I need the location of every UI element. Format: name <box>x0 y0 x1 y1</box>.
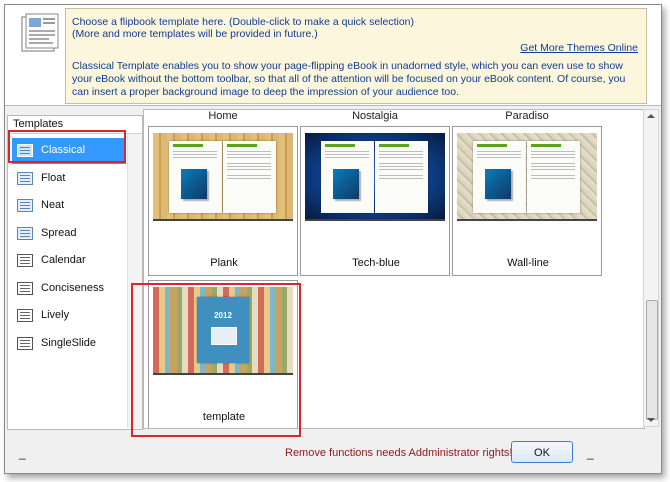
instruction-line-1: Choose a flipbook template here. (Double… <box>72 16 415 28</box>
singleslide-template-icon <box>17 337 33 350</box>
thumbnail-right-page <box>223 141 276 213</box>
template-name: Wall-line <box>507 257 549 269</box>
sidebar-item-calendar[interactable]: Calendar <box>12 248 126 274</box>
gallery-scrollbar[interactable] <box>643 109 659 427</box>
template-caption-home: Home <box>208 110 238 122</box>
sidebar-item-label: SingleSlide <box>41 337 97 349</box>
template-thumbnail <box>457 133 597 221</box>
template-caption-paradiso: Paradiso <box>505 110 549 122</box>
template-card-plank[interactable]: Plank <box>148 126 298 276</box>
thumbnail-left-page <box>473 141 526 213</box>
conciseness-template-icon <box>17 282 33 295</box>
sidebar-item-label: Conciseness <box>41 282 104 294</box>
spread-template-icon <box>17 227 33 240</box>
scroll-down-icon[interactable] <box>647 418 655 422</box>
sidebar-item-spread[interactable]: Spread <box>12 221 126 247</box>
template-card-wall-line[interactable]: Wall-line <box>452 126 602 276</box>
thumbnail-toolbar <box>457 219 597 221</box>
template-name: Tech-blue <box>352 257 400 269</box>
template-dialog: Choose a flipbook template here. (Double… <box>4 4 662 474</box>
instruction-line-2: (More and more templates will be provide… <box>72 28 318 40</box>
sidebar-item-label: Lively <box>41 309 70 321</box>
sidebar-item-lively[interactable]: Lively <box>12 303 126 329</box>
sidebar-item-conciseness[interactable]: Conciseness <box>12 276 126 302</box>
admin-rights-message: Remove functions needs Addministrator ri… <box>285 447 513 459</box>
sidebar-item-label: Neat <box>41 199 65 211</box>
sidebar-item-singleslide[interactable]: SingleSlide <box>12 331 126 357</box>
sidebar-item-label: Calendar <box>41 254 86 266</box>
sidebar-item-float[interactable]: Float <box>12 166 126 192</box>
book-template-icon <box>21 13 59 52</box>
thumbnail-right-page <box>527 141 580 213</box>
template-thumbnail <box>153 133 293 221</box>
float-template-icon <box>17 172 33 185</box>
classical-highlight-box <box>8 130 126 163</box>
header-panel: Choose a flipbook template here. (Double… <box>5 5 661 106</box>
template-card-tech-blue[interactable]: Tech-blue <box>300 126 450 276</box>
calendar-template-icon <box>17 254 33 267</box>
footer-left-dash: _ <box>19 446 26 460</box>
template-caption-nostalgia: Nostalgia <box>352 110 398 122</box>
ok-button[interactable]: OK <box>511 441 573 463</box>
scrollbar-thumb[interactable] <box>646 300 658 420</box>
thumbnail-toolbar <box>153 219 293 221</box>
sidebar-item-label: Spread <box>41 227 77 239</box>
info-box: Choose a flipbook template here. (Double… <box>65 8 647 104</box>
template-highlight-box <box>131 283 301 437</box>
sidebar-title: Templates <box>13 118 64 130</box>
thumbnail-left-page <box>169 141 222 213</box>
sidebar-item-neat[interactable]: Neat <box>12 193 126 219</box>
lively-template-icon <box>17 309 33 322</box>
thumbnail-toolbar <box>305 219 445 221</box>
template-name: Plank <box>210 257 238 269</box>
scroll-up-icon[interactable] <box>647 114 655 118</box>
thumbnail-left-page <box>321 141 374 213</box>
neat-template-icon <box>17 199 33 212</box>
thumbnail-right-page <box>375 141 428 213</box>
sidebar-item-label: Float <box>41 172 66 184</box>
footer-right-dash: _ <box>587 446 594 460</box>
template-thumbnail <box>305 133 445 221</box>
template-description: Classical Template enables you to show y… <box>72 60 626 98</box>
get-more-themes-link[interactable]: Get More Themes Online <box>520 42 638 54</box>
